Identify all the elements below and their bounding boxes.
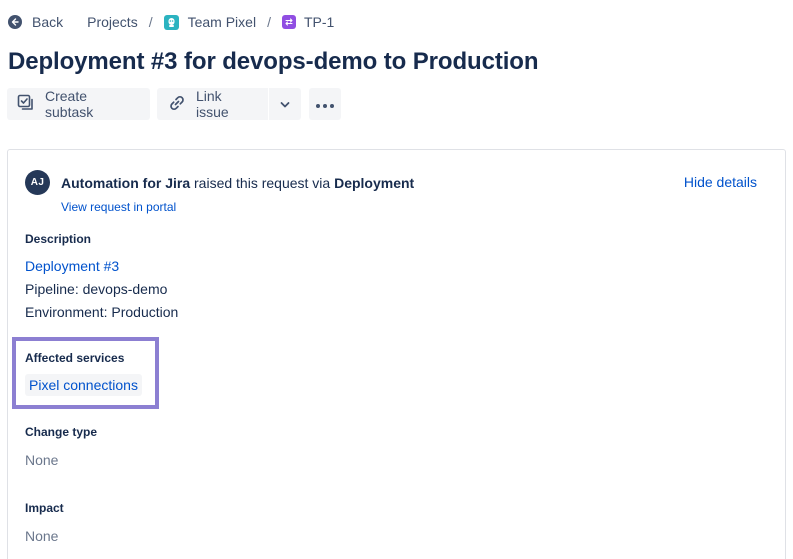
change-type-label: Change type [25,425,98,439]
description-label: Description [25,232,92,246]
breadcrumb-team-label: Team Pixel [187,14,257,30]
request-channel: Deployment [334,174,415,191]
affected-services-field: Affected services Pixel connections [12,337,159,409]
subtask-icon [17,94,35,115]
change-type-value[interactable]: None [25,452,58,468]
hide-details-link[interactable]: Hide details [684,174,757,190]
create-subtask-label: Create subtask [45,88,94,120]
affected-services-label: Affected services [25,351,125,365]
link-icon [167,94,187,115]
request-summary-text: Automation for Jira raised this request … [61,175,414,191]
link-issue-label: Link issue [196,88,229,120]
impact-label: Impact [25,501,64,515]
raised-text: raised this request via [194,174,331,191]
link-issue-button[interactable]: Link issue [157,88,268,120]
pipeline-text: Pipeline: devops-demo [25,281,168,297]
chevron-down-icon [279,96,291,112]
more-icon [315,96,335,112]
deployment-link[interactable]: Deployment #3 [25,258,119,274]
create-subtask-button[interactable]: Create subtask [7,88,150,120]
back-label: Back [32,14,64,30]
link-issue-dropdown-button[interactable] [269,88,301,120]
back-button[interactable]: Back [8,14,63,30]
issue-type-icon [281,15,296,29]
breadcrumb: Back Projects / Team Pixel / TP-1 [8,12,334,32]
team-pixel-icon [163,14,179,30]
breadcrumb-separator: / [267,14,271,30]
issue-toolbar: Create subtask Link issue [7,88,341,120]
avatar: AJ [25,170,50,195]
request-summary: AJ Automation for Jira raised this reque… [25,170,414,195]
environment-text: Environment: Production [25,304,179,320]
more-actions-button[interactable] [309,88,341,120]
back-icon [8,15,22,29]
breadcrumb-separator: / [148,14,153,30]
page-title: Deployment #3 for devops-demo to Product… [8,48,539,75]
breadcrumb-projects[interactable]: Projects [87,14,138,30]
request-details-panel: AJ Automation for Jira raised this reque… [7,149,786,559]
service-chip[interactable]: Pixel connections [25,374,142,396]
impact-value[interactable]: None [25,528,58,544]
view-request-in-portal-link[interactable]: View request in portal [61,200,176,214]
breadcrumb-issue-key: TP-1 [303,14,335,30]
breadcrumb-team-pixel[interactable]: Team Pixel [163,14,257,30]
reporter-name: Automation for Jira [61,174,191,191]
breadcrumb-issue[interactable]: TP-1 [281,14,335,30]
